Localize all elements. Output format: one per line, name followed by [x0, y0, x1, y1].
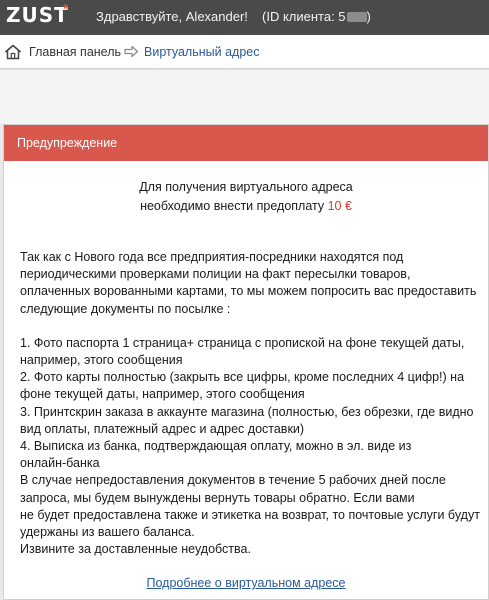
list-line: удержаны из вашего баланса.: [20, 525, 195, 540]
more-info-link[interactable]: Подробнее о виртуальном адресе: [146, 576, 345, 590]
client-id-suffix: ): [366, 9, 371, 24]
arrow-right-icon: [124, 45, 139, 58]
paragraph-line: следующие документы по посылке :: [20, 301, 231, 316]
list-line: вид оплаты, платежный адрес и адрес дост…: [20, 421, 305, 436]
redacted-block: [346, 12, 367, 22]
list-line: 3. Принтскрин заказа в аккаунте магазина…: [20, 404, 474, 419]
breadcrumb-current[interactable]: Виртуальный адрес: [144, 45, 259, 59]
greeting-text: Здравствуйте, Alexander!: [96, 9, 248, 24]
logo-star: *: [63, 1, 69, 16]
list-line: например, этого сообщения: [20, 353, 183, 368]
logo[interactable]: ZUST: [6, 3, 69, 27]
intro-prefix: необходимо внести предоплату: [140, 199, 328, 213]
client-id: (ID клиента: 5): [262, 9, 371, 24]
list-line: запроса, мы будем вынуждены вернуть това…: [20, 490, 415, 505]
paragraph-line: периодическими проверками полиции на фак…: [20, 267, 411, 282]
list-line: В случае непредоставления документов в т…: [20, 473, 446, 488]
list-line: 2. Фото карты полностью (закрыть все циф…: [20, 370, 465, 385]
list-line: 4. Выписка из банка, подтверждающая опла…: [20, 439, 412, 454]
paragraph-line: оплаченных ворованными картами, то мы мо…: [20, 284, 477, 299]
list-line: не будет предоставлена также и этикетка …: [20, 507, 480, 522]
top-bar: ZUST * Здравствуйте, Alexander! (ID клие…: [0, 0, 489, 35]
warning-body: Так как с Нового года все предприятия-по…: [20, 249, 482, 558]
list-line: фоне текущей даты, например, этого сообщ…: [20, 387, 305, 402]
list-line: 1. Фото паспорта 1 страница+ страница с …: [20, 335, 465, 350]
warning-modal: Предупреждение Для получения виртуальног…: [3, 124, 489, 600]
prepayment-amount: 10 €: [327, 199, 352, 213]
list-line: онлайн-банка: [20, 456, 100, 471]
breadcrumb: Главная панель Виртуальный адрес: [0, 35, 489, 69]
more-info-link-wrap: Подробнее о виртуальном адресе: [4, 576, 488, 590]
list-line: Извините за доставленные неудобства.: [20, 542, 251, 557]
intro-text: Для получения виртуального адреса необхо…: [4, 178, 488, 216]
content-band: [0, 69, 489, 124]
home-icon[interactable]: [4, 43, 22, 61]
modal-title: Предупреждение: [17, 136, 118, 150]
client-id-prefix: (ID клиента: 5: [262, 9, 346, 24]
intro-line-2: необходимо внести предоплату 10 €: [4, 197, 488, 216]
breadcrumb-home[interactable]: Главная панель: [29, 45, 121, 59]
modal-header: Предупреждение: [4, 125, 488, 161]
paragraph-line: Так как с Нового года все предприятия-по…: [20, 250, 404, 264]
intro-line-1: Для получения виртуального адреса: [139, 180, 353, 194]
